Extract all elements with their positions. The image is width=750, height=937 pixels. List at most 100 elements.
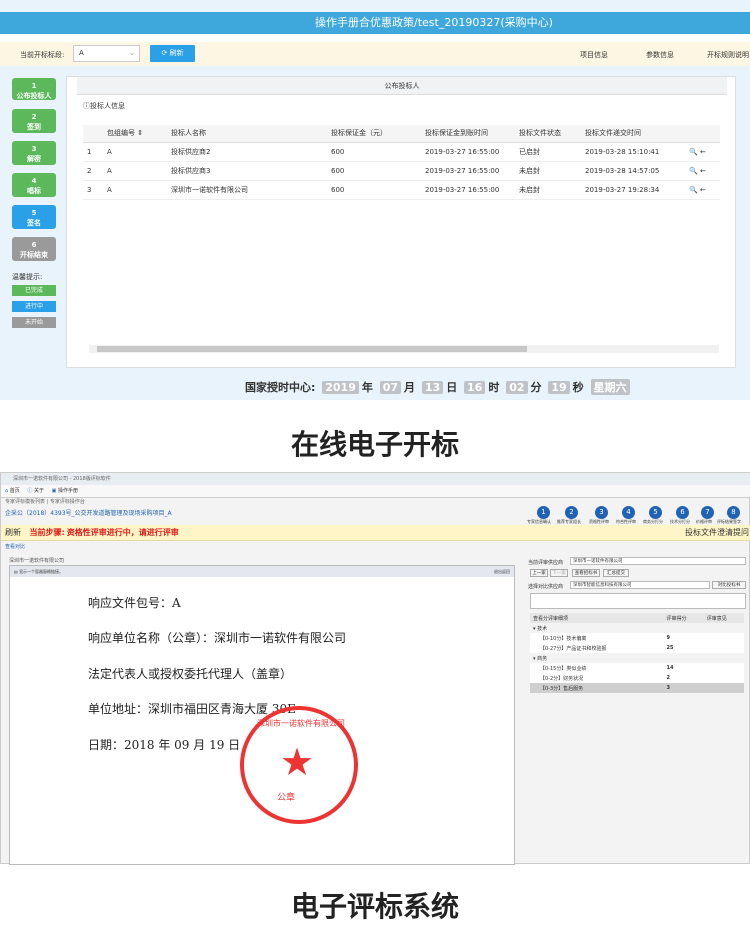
- eval-step-6[interactable]: 6: [676, 506, 689, 519]
- refresh-button[interactable]: 刷新: [5, 528, 21, 537]
- compare-supplier-label: 选择对比供应商: [528, 584, 564, 590]
- step-label: 签名: [27, 219, 41, 227]
- scrollbar-thumb[interactable]: [97, 346, 527, 352]
- col-bidder-name: 投标人名称: [167, 125, 327, 143]
- step-opening-end[interactable]: 6 开标结束: [12, 237, 56, 261]
- score-value[interactable]: 9: [664, 633, 704, 643]
- doc-line-address: 单位地址：深圳市福田区青海大厦 30E: [88, 702, 296, 716]
- score-value[interactable]: 25: [664, 643, 704, 653]
- opinion-cell[interactable]: [704, 633, 744, 643]
- window-title: 深圳市一诺软件有限公司 - 2018版评标软件: [1, 473, 750, 485]
- eval-step-2[interactable]: 2: [565, 506, 578, 519]
- refresh-button[interactable]: ⟳ 刷新: [150, 45, 195, 62]
- eval-step-3[interactable]: 3: [595, 506, 608, 519]
- step-number: 3: [31, 145, 37, 153]
- row-actions[interactable]: 🔍 ←: [685, 142, 720, 162]
- col-actions: [685, 125, 720, 143]
- eval-step-7[interactable]: 7: [701, 506, 714, 519]
- app-title: 操作手册合优惠政策/test_20190327(采购中心): [0, 12, 750, 34]
- cell-bidder-name: 深圳市一诺软件有限公司: [167, 180, 327, 200]
- link-parameter-info[interactable]: 参数信息: [646, 50, 674, 60]
- row-actions[interactable]: 🔍 ←: [685, 161, 720, 181]
- opinion-cell[interactable]: [704, 663, 744, 673]
- breadcrumb[interactable]: 专家评标模板列表 | 专家评标操作台: [1, 498, 750, 507]
- company-seal: 深圳市一诺软件有限公司 ★ 公章: [240, 706, 358, 824]
- step-sign-in[interactable]: 2 签到: [12, 109, 56, 133]
- step-decrypt[interactable]: 3 解密: [12, 141, 56, 165]
- step-number: 5: [31, 209, 37, 217]
- cell-package: A: [103, 161, 167, 181]
- comment-box[interactable]: [530, 593, 746, 609]
- table-row[interactable]: 【0-10分】技术偏离 9: [530, 633, 744, 643]
- eval-step-8[interactable]: 8: [727, 506, 740, 519]
- menu-about[interactable]: 关于: [34, 488, 44, 494]
- group-row[interactable]: ▾ 商务: [530, 653, 744, 663]
- step-signature[interactable]: 5 签名: [12, 205, 56, 229]
- score-item: 【0-27分】产品证书和校验报: [540, 645, 607, 652]
- menu-home[interactable]: 首页: [10, 488, 20, 494]
- cell-deposit: 600: [327, 180, 421, 200]
- time-center-clock: 国家授时中心: 2019 年 07 月 13 日 16 时 02 分 19 秒 星期六: [245, 379, 633, 395]
- table-row[interactable]: 【0-2分】财务状况 2: [530, 673, 744, 683]
- col-deposit: 投标保证金（元）: [327, 125, 421, 143]
- clarification-button[interactable]: 投标文件澄清提问: [685, 525, 749, 541]
- clock-day-unit: 日: [446, 381, 458, 394]
- step-label: 签到: [27, 123, 41, 131]
- step-publish-bidders[interactable]: 1 公布投标人: [12, 78, 56, 100]
- eval-step-5[interactable]: 5: [649, 506, 662, 519]
- horizontal-scrollbar[interactable]: [89, 345, 719, 353]
- submit-summary-button[interactable]: 汇总提交: [603, 569, 629, 577]
- table-row[interactable]: 【0-15分】类似业绩 14: [530, 663, 744, 673]
- link-opening-rules[interactable]: 开标规则说明: [707, 50, 749, 60]
- section-select[interactable]: A ⌄: [73, 45, 140, 62]
- opinion-cell[interactable]: [704, 643, 744, 653]
- score-value[interactable]: 2: [664, 673, 704, 683]
- divider: [0, 34, 750, 42]
- compare-link[interactable]: 查看对比: [5, 543, 25, 550]
- exit-button[interactable]: 退出返回: [494, 566, 510, 577]
- document-icon: ▤: [14, 569, 18, 574]
- table-row[interactable]: 【0-27分】产品证书和校验报 25: [530, 643, 744, 653]
- eval-step-4[interactable]: 4: [622, 506, 635, 519]
- cell-file-status: 未启封: [515, 180, 581, 200]
- opinion-cell[interactable]: [704, 683, 744, 693]
- bidders-table: 包组编号 ⇕ 投标人名称 投标保证金（元） 投标保证金到账时间 投标文件状态 投…: [83, 125, 720, 200]
- group-technical: 技术: [537, 625, 548, 632]
- clock-second-unit: 秒: [572, 381, 584, 394]
- clock-minute-unit: 分: [530, 381, 542, 394]
- table-row[interactable]: 【0-3分】售后服务 3: [530, 683, 744, 693]
- link-project-info[interactable]: 项目信息: [580, 50, 608, 60]
- col-package[interactable]: 包组编号 ⇕: [103, 125, 167, 143]
- eval-step-1[interactable]: 1: [537, 506, 550, 519]
- clock-minute: 02: [506, 381, 528, 394]
- cell-bidder-name: 投标供应商2: [167, 142, 327, 162]
- current-supplier-select[interactable]: 深圳市一诺软件有限公司: [570, 557, 746, 565]
- cell-index: 1: [83, 142, 103, 162]
- score-value[interactable]: 3: [664, 683, 704, 693]
- step-number: 1: [31, 82, 37, 90]
- score-value[interactable]: 14: [664, 663, 704, 673]
- row-actions[interactable]: 🔍 ←: [685, 180, 720, 200]
- cell-deposit-time: 2019-03-27 16:55:00: [421, 142, 515, 162]
- group-business: 商务: [537, 655, 548, 662]
- score-item: 【0-15分】类似业绩: [540, 665, 587, 672]
- prev-button[interactable]: 上一家: [530, 569, 548, 577]
- legend-not-started: 未开始: [12, 317, 56, 328]
- compare-supplier-select[interactable]: 深圳市智能信息科技有限公司: [570, 581, 710, 589]
- info-icon: ⓘ: [83, 102, 90, 110]
- section-select-value: A: [79, 49, 84, 57]
- menu-manual[interactable]: 操作手册: [58, 488, 78, 494]
- col-deposit-time: 投标保证金到账时间: [421, 125, 515, 143]
- step-read-bids[interactable]: 4 唱标: [12, 173, 56, 197]
- supplier-label: 深圳市一诺软件有限公司: [9, 558, 65, 564]
- compare-tender-button[interactable]: 对比投标书: [712, 581, 746, 589]
- opinion-cell[interactable]: [704, 673, 744, 683]
- group-row[interactable]: ▾ 技术: [530, 623, 744, 633]
- legend-title: 温馨提示:: [12, 273, 43, 281]
- next-button[interactable]: 下一家: [550, 569, 568, 577]
- clock-month-unit: 月: [404, 381, 416, 394]
- col-package-label: 包组编号: [107, 129, 135, 138]
- current-step-text: 资格性评审进行中，请进行评审: [66, 528, 179, 537]
- view-tender-button[interactable]: 查看招标书: [572, 569, 600, 577]
- table-header: 查看分评审细项 评审得分 评审意见: [530, 613, 744, 623]
